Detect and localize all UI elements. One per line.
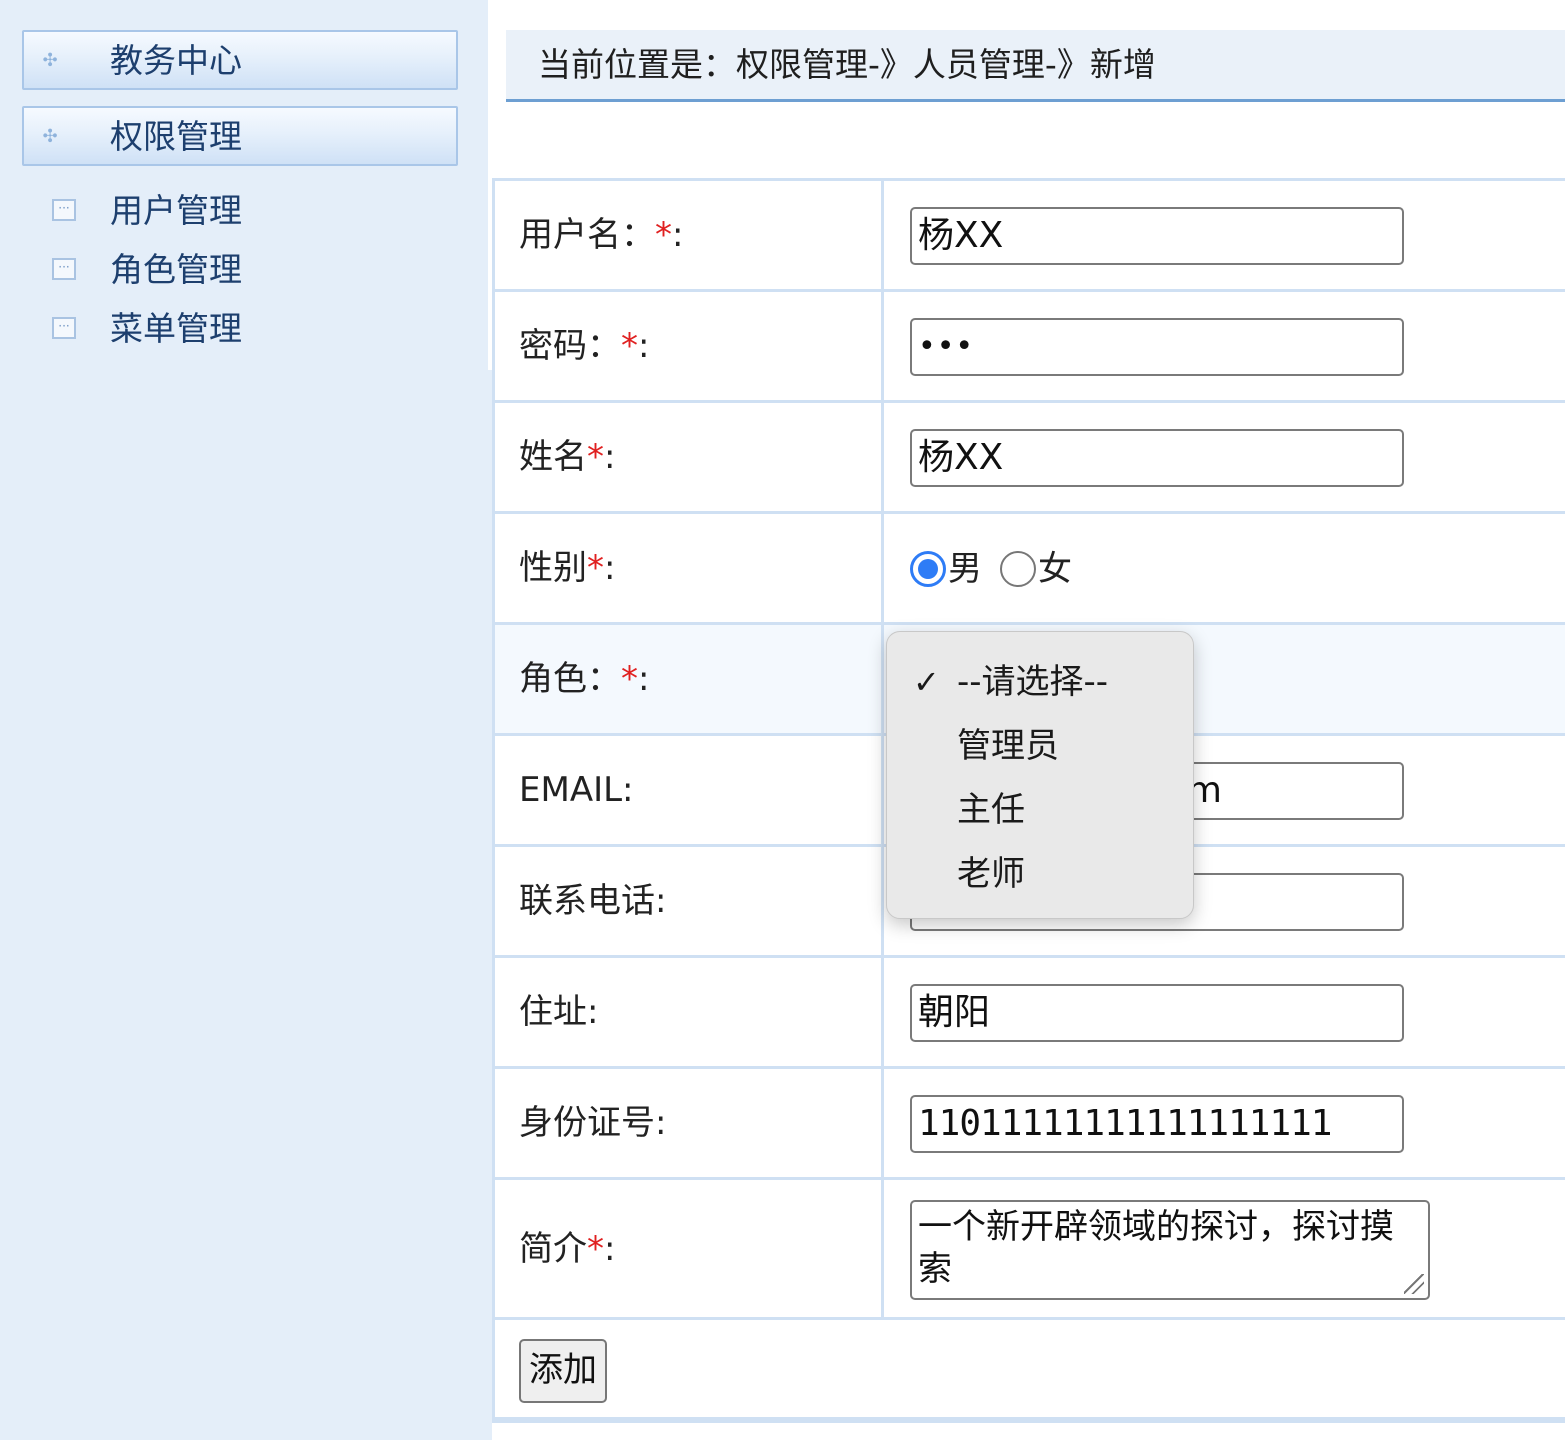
label-cell: 住址: (495, 958, 884, 1066)
sidebar: ✣ 教务中心 ✣ 权限管理 ··· 用户管理 ··· 角色管理 ··· 菜单管理 (0, 0, 488, 1440)
value-cell: 杨XX (884, 403, 1565, 511)
label-cell: 联系电话: (495, 847, 884, 955)
role-option-label: 老师 (957, 854, 1025, 894)
username-label: 用户名：*: (519, 215, 684, 255)
menu-group-academic-center[interactable]: ✣ 教务中心 (22, 30, 458, 90)
sidebar-item-user-management[interactable]: ··· 用户管理 (52, 190, 452, 234)
role-option[interactable]: 管理员 (887, 716, 1193, 776)
value-cell: ••• (884, 292, 1565, 400)
sidebar-item-label: 角色管理 (110, 250, 242, 289)
gender-label: 性别*: (519, 548, 616, 588)
sidebar-item-label: 菜单管理 (110, 309, 242, 348)
value-cell: 一个新开辟领域的探讨，探讨摸索 (884, 1180, 1565, 1317)
form-row-intro: 简介*: 一个新开辟领域的探讨，探讨摸索 (495, 1180, 1565, 1320)
address-label: 住址: (519, 992, 599, 1032)
role-option-label: 主任 (957, 790, 1025, 830)
email-label: EMAIL: (519, 770, 634, 810)
phone-label: 联系电话: (519, 881, 667, 921)
gender-male-radio[interactable] (910, 551, 946, 587)
role-dropdown-menu: ✓ --请选择-- 管理员 主任 老师 (886, 631, 1194, 919)
label-cell: 姓名*: (495, 403, 884, 511)
breadcrumb: 当前位置是：权限管理-》人员管理-》新增 (506, 30, 1565, 102)
password-label: 密码：*: (519, 326, 650, 366)
sidebar-item-menu-management[interactable]: ··· 菜单管理 (52, 308, 452, 352)
gender-female-label[interactable]: 女 (1038, 547, 1072, 591)
form-row-address: 住址: 朝阳 (495, 958, 1565, 1069)
intro-textarea[interactable]: 一个新开辟领域的探讨，探讨摸索 (910, 1200, 1430, 1300)
menu-node-icon: ··· (52, 317, 76, 339)
menu-node-icon: ··· (52, 258, 76, 280)
breadcrumb-text: 当前位置是：权限管理-》人员管理-》新增 (538, 45, 1156, 84)
gender-female-radio[interactable] (1000, 551, 1036, 587)
menu-group-label: 权限管理 (110, 117, 242, 156)
intro-label: 简介*: (519, 1228, 616, 1269)
form-row-gender: 性别*: 男 女 (495, 514, 1565, 625)
form-row-submit: 添加 (495, 1320, 1565, 1423)
menu-group-permission-management[interactable]: ✣ 权限管理 (22, 106, 458, 166)
role-option-label: 管理员 (957, 726, 1059, 766)
role-option[interactable]: ✓ --请选择-- (887, 652, 1193, 712)
form-row-name: 姓名*: 杨XX (495, 403, 1565, 514)
role-label: 角色：*: (519, 659, 650, 699)
label-cell: 性别*: (495, 514, 884, 622)
label-cell: EMAIL: (495, 736, 884, 844)
expand-icon: ✣ (42, 126, 58, 147)
sidebar-item-role-management[interactable]: ··· 角色管理 (52, 249, 452, 293)
idcard-label: 身份证号: (519, 1103, 667, 1143)
label-cell: 密码：*: (495, 292, 884, 400)
menu-group-label: 教务中心 (110, 41, 242, 80)
value-cell: 11011111111111111111 (884, 1069, 1565, 1177)
label-cell: 身份证号: (495, 1069, 884, 1177)
label-cell: 用户名：*: (495, 181, 884, 289)
checkmark-icon: ✓ (913, 663, 940, 701)
expand-icon: ✣ (42, 50, 58, 71)
password-input[interactable]: ••• (910, 318, 1404, 376)
label-cell: 角色：*: (495, 625, 884, 733)
sidebar-item-label: 用户管理 (110, 191, 242, 230)
name-input[interactable]: 杨XX (910, 429, 1404, 487)
value-cell: 杨XX (884, 181, 1565, 289)
name-label: 姓名*: (519, 437, 616, 477)
idcard-input[interactable]: 11011111111111111111 (910, 1095, 1404, 1153)
role-option-label: --请选择-- (957, 662, 1109, 702)
form-row-username: 用户名：*: 杨XX (495, 181, 1565, 292)
menu-node-icon: ··· (52, 199, 76, 221)
form-row-password: 密码：*: ••• (495, 292, 1565, 403)
username-input[interactable]: 杨XX (910, 207, 1404, 265)
add-button[interactable]: 添加 (519, 1339, 607, 1403)
form-row-idcard: 身份证号: 11011111111111111111 (495, 1069, 1565, 1180)
address-input[interactable]: 朝阳 (910, 984, 1404, 1042)
resize-grip-icon[interactable] (1404, 1274, 1424, 1294)
value-cell: 朝阳 (884, 958, 1565, 1066)
intro-text: 一个新开辟领域的探讨，探讨摸索 (918, 1207, 1394, 1289)
gender-male-label[interactable]: 男 (948, 547, 982, 591)
role-option[interactable]: 主任 (887, 780, 1193, 840)
value-cell: 男 女 (884, 514, 1565, 622)
role-option[interactable]: 老师 (887, 844, 1193, 904)
label-cell: 简介*: (495, 1180, 884, 1317)
